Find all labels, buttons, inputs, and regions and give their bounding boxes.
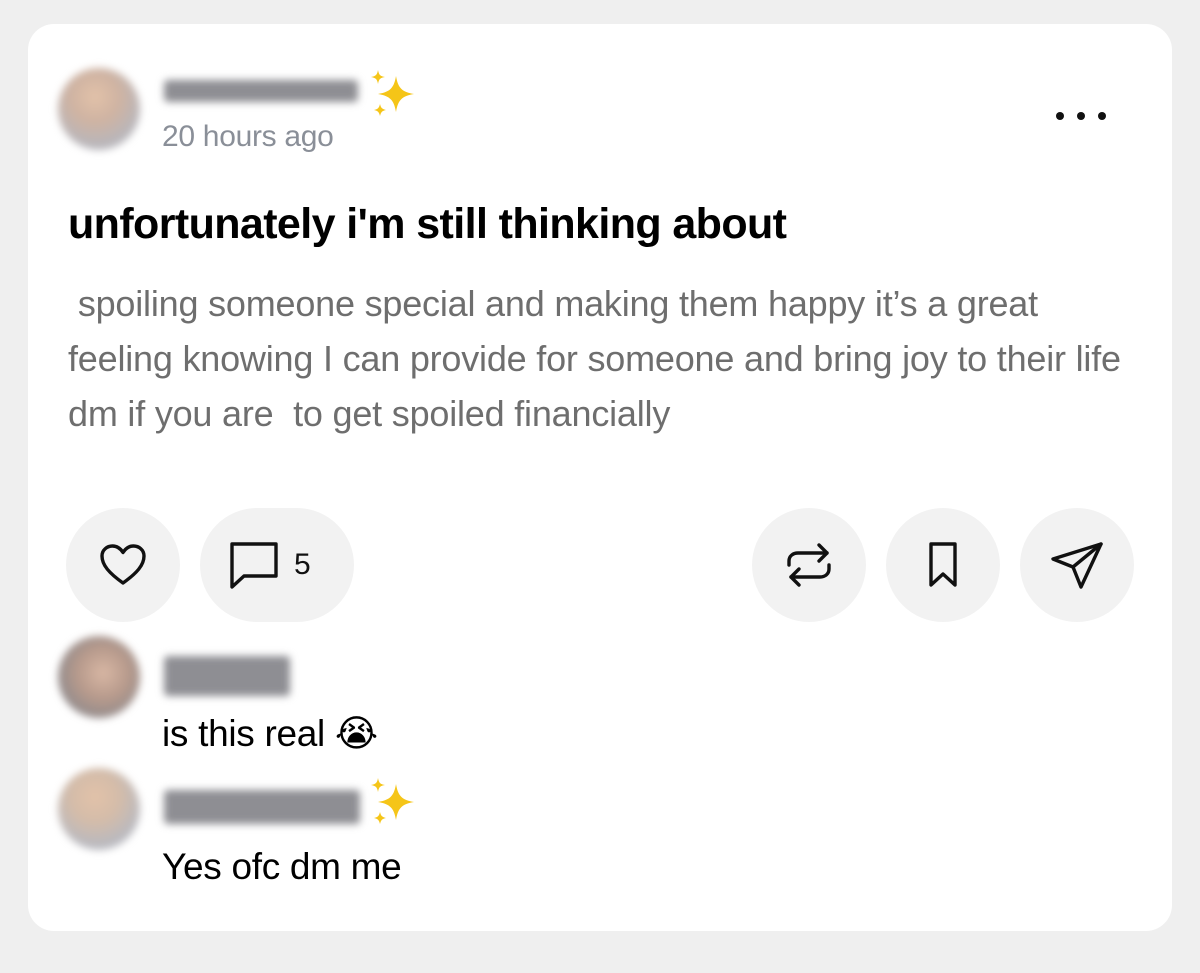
commenter-name-redacted[interactable] — [164, 790, 360, 824]
more-dot — [1056, 112, 1064, 120]
send-icon — [1051, 542, 1103, 589]
more-options-button[interactable] — [1056, 98, 1106, 134]
author-name-redacted[interactable] — [164, 80, 358, 102]
more-dot — [1077, 112, 1085, 120]
commenter-name-redacted[interactable] — [164, 656, 290, 696]
heart-icon — [100, 544, 146, 585]
commenter-avatar[interactable] — [58, 636, 140, 718]
repost-button[interactable] — [752, 508, 866, 622]
post-timestamp: 20 hours ago — [162, 120, 334, 153]
comment-text: Yes ofc dm me — [162, 846, 402, 887]
sparkles-icon — [371, 778, 414, 824]
post-card: 20 hours ago unfortunately i'm still thi… — [28, 24, 1172, 931]
comment-button[interactable]: 5 — [200, 508, 354, 622]
repost-icon — [787, 543, 831, 587]
post-body: spoiling someone special and making them… — [68, 283, 1131, 434]
like-button[interactable] — [66, 508, 180, 622]
bookmark-icon — [929, 542, 957, 587]
comment-icon — [230, 542, 278, 589]
more-dot — [1098, 112, 1106, 120]
commenter-avatar[interactable] — [58, 768, 140, 850]
sparkles-icon — [371, 70, 414, 116]
post-title: unfortunately i'm still thinking about — [68, 200, 787, 248]
save-button[interactable] — [886, 508, 1000, 622]
comment-text: is this real 😭 — [162, 713, 378, 754]
comment-count: 5 — [294, 548, 311, 581]
author-avatar[interactable] — [58, 68, 140, 150]
share-button[interactable] — [1020, 508, 1134, 622]
